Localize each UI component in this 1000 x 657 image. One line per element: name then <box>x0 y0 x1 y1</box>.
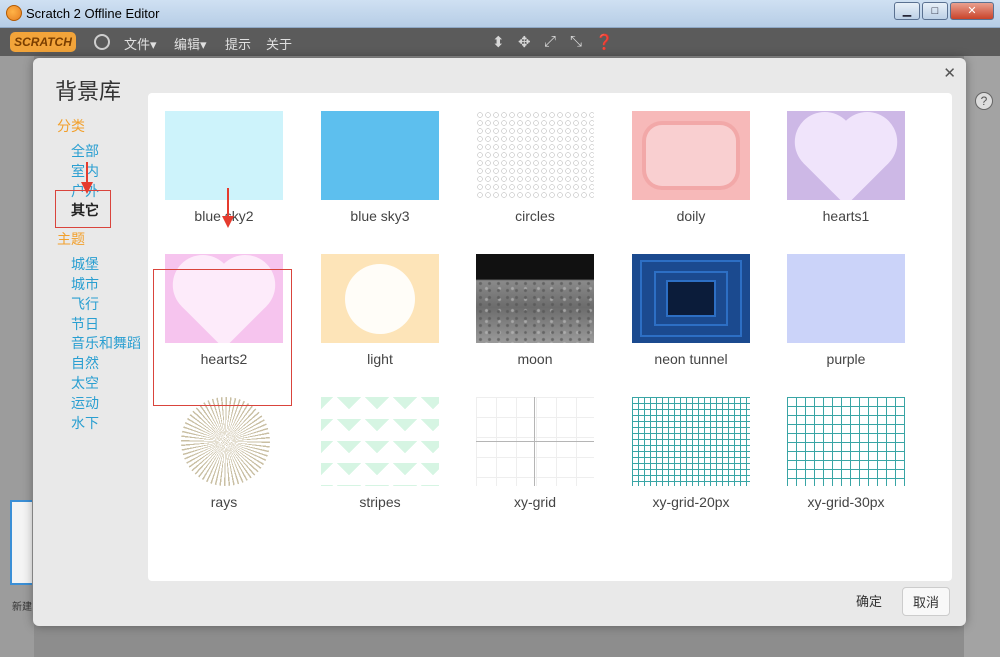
category-heading: 分类 <box>57 118 85 134</box>
new-backdrop-label: 新建 <box>12 602 32 613</box>
close-icon[interactable]: ✕ <box>943 64 956 82</box>
selected-backdrop-highlight <box>153 269 292 406</box>
backdrop-item[interactable]: hearts1 <box>781 111 911 224</box>
backdrop-label: circles <box>515 208 555 224</box>
backdrop-label: stripes <box>359 494 401 510</box>
backdrop-label: light <box>367 351 393 367</box>
backdrop-item[interactable]: stripes <box>315 397 445 510</box>
backdrop-item[interactable]: xy-grid <box>470 397 600 510</box>
backdrop-thumbnail <box>632 397 750 486</box>
backdrop-item[interactable]: blue sky2 <box>159 111 289 224</box>
backdrop-item[interactable]: neon tunnel <box>626 254 756 367</box>
backdrop-item[interactable]: blue sky3 <box>315 111 445 224</box>
scratch-cat-icon <box>6 5 22 21</box>
backdrop-thumbnail <box>476 397 594 486</box>
minimize-button[interactable]: ▁ <box>894 2 920 20</box>
backdrop-label: purple <box>826 351 866 367</box>
backdrop-label: doily <box>676 208 706 224</box>
selected-category-highlight <box>55 190 111 228</box>
close-window-button[interactable]: ✕ <box>950 2 994 20</box>
backdrop-thumbnail <box>632 111 750 200</box>
backdrop-label: hearts1 <box>822 208 870 224</box>
ok-button[interactable]: 确定 <box>846 587 892 616</box>
annotation-arrow <box>81 162 93 194</box>
shrink-icon[interactable]: ⤡ <box>570 33 582 50</box>
theme-music-dance[interactable]: 音乐和舞蹈 <box>57 334 147 354</box>
backdrop-thumbnail <box>787 397 905 486</box>
help-icon[interactable]: ❓ <box>595 33 614 51</box>
backdrop-item[interactable]: rays <box>159 397 289 510</box>
backdrop-label: xy-grid-20px <box>652 494 730 510</box>
theme-holiday[interactable]: 节日 <box>57 315 147 335</box>
category-sidebar: 分类 全部 室内 户外 其它 主题 城堡 城市 飞行 节日 音乐和舞蹈 自然 太… <box>57 116 147 433</box>
theme-heading: 主题 <box>57 231 85 248</box>
editor-right-panel <box>964 56 1000 657</box>
backdrop-thumbnail <box>632 254 750 343</box>
window-controls: ▁ □ ✕ <box>894 2 994 20</box>
backdrop-thumbnail <box>787 111 905 200</box>
category-indoors[interactable]: 室内 <box>57 162 147 182</box>
backdrop-thumbnail <box>321 397 439 486</box>
window-title: Scratch 2 Offline Editor <box>26 6 160 21</box>
theme-city[interactable]: 城市 <box>57 275 147 295</box>
backdrop-label: xy-grid <box>513 494 556 510</box>
maximize-button[interactable]: □ <box>922 2 948 20</box>
menu-edit[interactable]: 编辑▾ <box>174 34 207 53</box>
backdrop-item[interactable]: purple <box>781 254 911 367</box>
backdrop-thumbnail <box>321 254 439 343</box>
dialog-footer: 确定 取消 <box>846 587 950 616</box>
backdrop-item[interactable]: doily <box>626 111 756 224</box>
annotation-arrow <box>222 188 234 228</box>
theme-flying[interactable]: 飞行 <box>57 295 147 315</box>
backdrop-library-dialog: 背景库 ✕ 分类 全部 室内 户外 其它 主题 城堡 城市 飞行 节日 音乐和舞… <box>33 58 966 626</box>
theme-underwater[interactable]: 水下 <box>57 414 147 434</box>
menu-bar: SCRATCH 文件▾ 编辑▾ 提示 关于 ⬍ ✥ ⤢ ⤡ ❓ <box>0 28 1000 56</box>
theme-sports[interactable]: 运动 <box>57 394 147 414</box>
backdrop-item[interactable]: light <box>315 254 445 367</box>
backdrop-grid-panel: blue sky2 blue sky3 circles doily hearts… <box>148 93 952 581</box>
backdrop-thumbnail <box>165 111 283 200</box>
backdrop-thumbnail <box>165 397 283 486</box>
grow-icon[interactable]: ⤢ <box>544 33 556 50</box>
duplicate-icon[interactable]: ⬍ <box>492 33 505 51</box>
backdrop-label: xy-grid-30px <box>807 494 885 510</box>
dialog-title: 背景库 <box>55 79 122 104</box>
backdrop-thumbnail <box>476 111 594 200</box>
backdrop-item[interactable]: moon <box>470 254 600 367</box>
backdrop-label: moon <box>517 351 553 367</box>
backdrop-thumbnail <box>321 111 439 200</box>
theme-castle[interactable]: 城堡 <box>57 255 147 275</box>
backdrop-thumbnail <box>787 254 905 343</box>
delete-icon[interactable]: ✥ <box>518 33 531 51</box>
backdrop-label: rays <box>210 494 238 510</box>
menu-tips[interactable]: 提示 <box>225 34 251 53</box>
menu-about[interactable]: 关于 <box>266 34 292 53</box>
backdrop-thumbnail <box>476 254 594 343</box>
backdrop-item[interactable]: xy-grid-20px <box>626 397 756 510</box>
theme-space[interactable]: 太空 <box>57 374 147 394</box>
scratch-logo[interactable]: SCRATCH <box>10 32 76 52</box>
question-icon[interactable]: ? <box>975 92 993 110</box>
globe-icon[interactable] <box>94 34 110 50</box>
backdrop-label: blue sky3 <box>350 208 410 224</box>
backdrop-item[interactable]: circles <box>470 111 600 224</box>
backdrop-label: neon tunnel <box>654 351 728 367</box>
title-bar: Scratch 2 Offline Editor ▁ □ ✕ <box>0 0 1000 28</box>
backdrop-item[interactable]: xy-grid-30px <box>781 397 911 510</box>
theme-nature[interactable]: 自然 <box>57 354 147 374</box>
stage-thumbnail[interactable] <box>10 500 32 585</box>
cancel-button[interactable]: 取消 <box>901 587 950 616</box>
menu-file[interactable]: 文件▾ <box>124 34 157 53</box>
category-all[interactable]: 全部 <box>57 142 147 162</box>
